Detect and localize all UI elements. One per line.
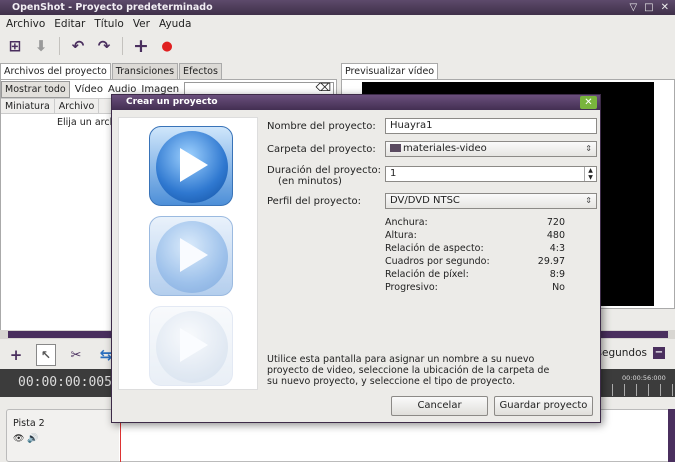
filter-video[interactable]: Vídeo <box>75 84 103 95</box>
tab-transitions[interactable]: Transiciones <box>111 63 179 79</box>
profile-select[interactable]: DV/DVD NTSC ⇕ <box>385 193 597 209</box>
dialog-description: Utilice esta pantalla para asignar un no… <box>267 354 572 387</box>
info-row: Anchura: 720 <box>385 216 565 229</box>
select-tool-icon[interactable]: ↖ <box>36 344 56 366</box>
dialog-illustration <box>118 117 258 390</box>
filter-image[interactable]: Imagen <box>141 84 179 95</box>
ruler-time-label: 00:00:56:000 <box>622 374 666 382</box>
info-value: 4:3 <box>549 243 565 254</box>
save-project-button[interactable]: Guardar proyecto <box>494 396 593 416</box>
undo-icon[interactable]: ↶ <box>67 35 89 57</box>
info-key: Cuadros por segundo: <box>385 256 490 267</box>
menu-bar: Archivo Editar Título Ver Ayuda <box>0 15 675 32</box>
info-value: 720 <box>546 217 565 228</box>
left-tabs: Archivos del proyecto Transiciones Efect… <box>0 63 223 79</box>
toolbar-separator <box>59 37 60 55</box>
chevron-updown-icon: ⇕ <box>585 196 592 205</box>
duration-label: Duración del proyecto: <box>267 165 381 176</box>
profile-value: DV/DVD NTSC <box>390 195 460 206</box>
zoom-out-icon[interactable]: − <box>653 347 665 359</box>
info-row: Cuadros por segundo: 29.97 <box>385 255 565 268</box>
info-row: Altura: 480 <box>385 229 565 242</box>
folder-icon <box>390 144 401 152</box>
project-name-label: Nombre del proyecto: <box>267 121 376 132</box>
info-row: Relación de aspecto: 4:3 <box>385 242 565 255</box>
close-icon[interactable]: ✕ <box>661 0 669 15</box>
info-key: Altura: <box>385 230 417 241</box>
show-all-button[interactable]: Mostrar todo <box>1 80 70 98</box>
tab-effects[interactable]: Efectos <box>179 63 222 79</box>
menu-editar[interactable]: Editar <box>54 18 85 30</box>
info-value: 8:9 <box>549 269 565 280</box>
timeline-ruler[interactable] <box>600 384 675 396</box>
razor-tool-icon[interactable]: ✂ <box>66 348 86 363</box>
duration-value: 1 <box>390 168 397 179</box>
info-key: Anchura: <box>385 217 428 228</box>
toolbar-separator <box>122 37 123 55</box>
column-file[interactable]: Archivo <box>55 99 100 113</box>
track-name: Pista 2 <box>13 418 45 429</box>
info-value: 480 <box>546 230 565 241</box>
create-project-dialog: Crear un proyecto ✕ Nombre del proyecto:… <box>111 94 601 423</box>
maximize-icon[interactable]: □ <box>644 0 653 15</box>
description-line: su nuevo proyecto, y seleccione el tipo … <box>267 376 516 387</box>
menu-ver[interactable]: Ver <box>133 18 150 30</box>
column-thumbnail[interactable]: Miniatura <box>1 99 55 113</box>
project-name-input[interactable]: Huayra1 <box>385 118 597 134</box>
menu-ayuda[interactable]: Ayuda <box>159 18 191 30</box>
info-row: Progresivo: No <box>385 281 565 294</box>
info-key: Relación de píxel: <box>385 269 469 280</box>
play-icon <box>149 126 233 206</box>
info-key: Progresivo: <box>385 282 438 293</box>
menu-archivo[interactable]: Archivo <box>6 18 45 30</box>
minimize-icon[interactable]: ▽ <box>629 0 637 15</box>
filter-audio[interactable]: Audio <box>108 84 136 95</box>
add-icon[interactable]: + <box>130 35 152 57</box>
dialog-title-bar: Crear un proyecto ✕ <box>112 95 600 110</box>
tab-project-files[interactable]: Archivos del proyecto <box>0 63 111 79</box>
preview-tabs: Previsualizar vídeo <box>341 63 439 79</box>
window-title: OpenShot - Proyecto predeterminado <box>12 2 213 13</box>
profile-label: Perfil del proyecto: <box>267 196 361 207</box>
duration-unit-label: (en minutos) <box>278 176 342 187</box>
dialog-close-icon[interactable]: ✕ <box>580 96 597 109</box>
description-line: Utilice esta pantalla para asignar un no… <box>267 354 535 365</box>
tab-preview[interactable]: Previsualizar vídeo <box>341 63 439 79</box>
info-key: Relación de aspecto: <box>385 243 484 254</box>
project-folder-select[interactable]: materiales-video ⇕ <box>385 141 597 157</box>
clear-search-icon[interactable]: ⌫ <box>316 81 332 94</box>
track-edge <box>668 409 675 462</box>
add-track-icon[interactable]: + <box>6 346 26 364</box>
duration-spin-input[interactable]: 1 ▲ ▼ <box>385 166 597 182</box>
info-value: 29.97 <box>537 256 565 267</box>
track-visibility-icons[interactable]: 👁 🔊 <box>13 434 39 444</box>
export-icon[interactable]: ⬇ <box>30 35 52 57</box>
info-row: Relación de píxel: 8:9 <box>385 268 565 281</box>
project-folder-label: Carpeta del proyecto: <box>267 144 376 155</box>
menu-titulo[interactable]: Título <box>94 18 123 30</box>
chevron-updown-icon: ⇕ <box>585 144 592 153</box>
redo-icon[interactable]: ↷ <box>93 35 115 57</box>
play-icon <box>149 216 233 296</box>
info-value: No <box>552 282 565 293</box>
profile-info-table: Anchura: 720 Altura: 480 Relación de aspec… <box>385 216 565 294</box>
description-line: proyecto de video, seleccione la ubicaci… <box>267 365 550 376</box>
zoom-unit-label: segundos <box>596 347 647 359</box>
import-icon[interactable]: ⊞ <box>4 35 26 57</box>
zoom-controls: segundos − <box>597 347 665 359</box>
project-folder-value: materiales-video <box>403 143 487 154</box>
dialog-title: Crear un proyecto <box>126 97 218 107</box>
timecode-display: 00:00:00:005 <box>18 375 112 390</box>
play-icon <box>149 306 233 386</box>
spin-arrows-icon[interactable]: ▲ ▼ <box>584 167 596 181</box>
main-toolbar: ⊞ ⬇ ↶ ↷ + ● <box>0 32 675 60</box>
cancel-button[interactable]: Cancelar <box>391 396 488 416</box>
record-icon[interactable]: ● <box>156 35 178 57</box>
window-title-bar: OpenShot - Proyecto predeterminado ▽ □ ✕ <box>0 0 675 15</box>
